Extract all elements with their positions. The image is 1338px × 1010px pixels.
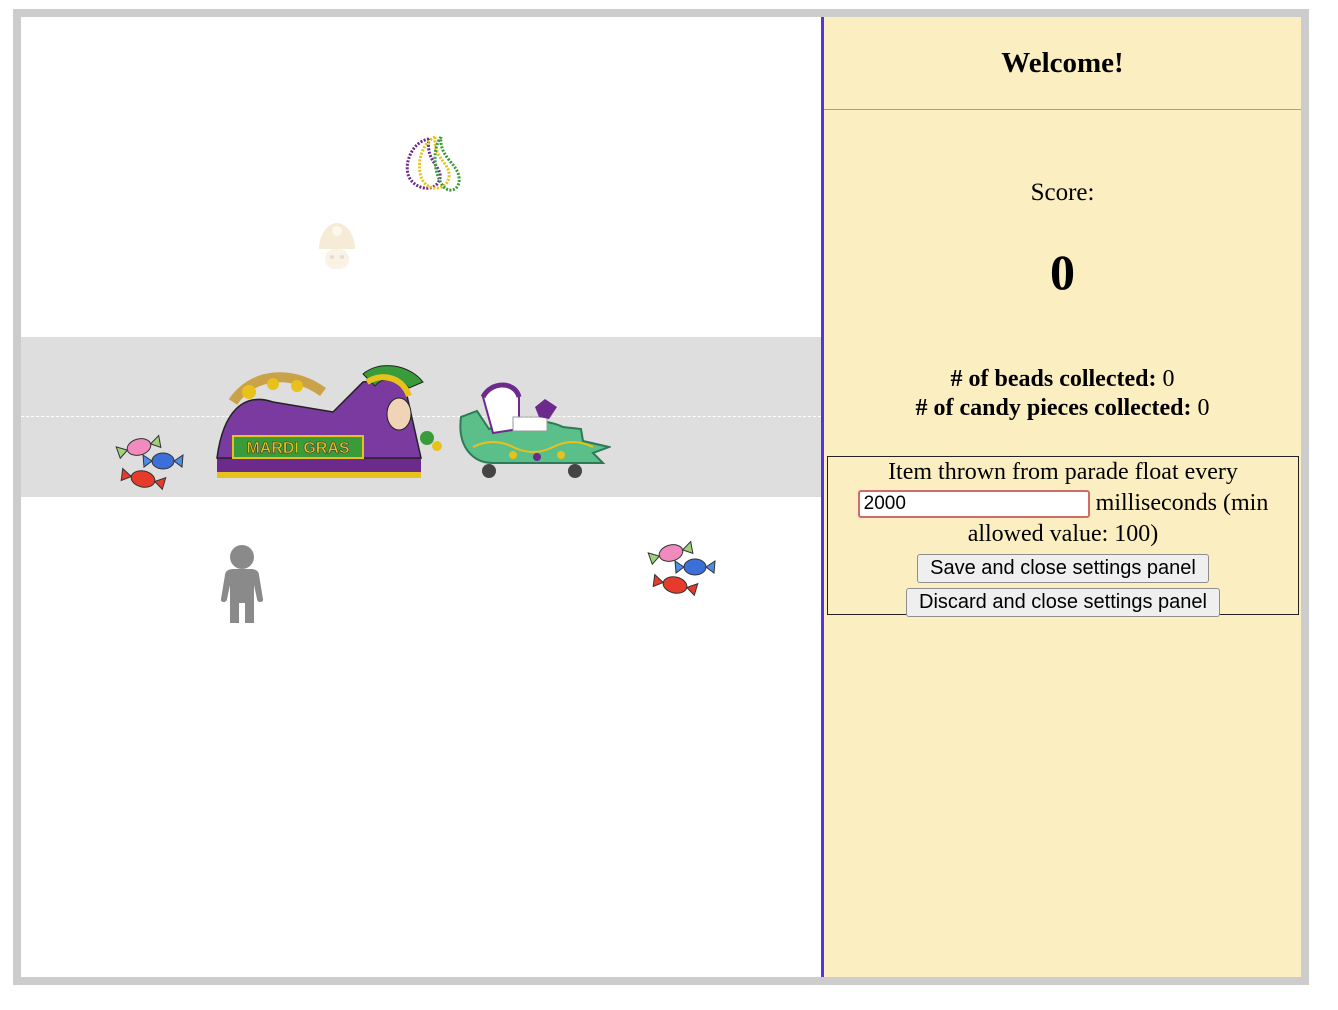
interval-input[interactable]	[857, 490, 1090, 519]
welcome-heading: Welcome!	[824, 17, 1301, 110]
settings-panel: Item thrown from parade float every mill…	[827, 456, 1299, 617]
score-value: 0	[1050, 244, 1075, 300]
candy-label: # of candy pieces collected:	[915, 395, 1192, 421]
candy-count: 0	[1197, 395, 1210, 421]
game-frame: MARDI GRAS Welcome! Score: 0 # of beads …	[13, 9, 1309, 985]
candy-stat: # of candy pieces collected: 0	[824, 394, 1301, 423]
float-icon: MARDI GRAS	[216, 365, 442, 478]
status-panel: Welcome! Score: 0 # of beads collected: …	[824, 17, 1301, 977]
save-settings-button[interactable]: Save and close settings panel	[917, 554, 1209, 583]
game-window[interactable]: MARDI GRAS	[21, 17, 824, 977]
interval-text-before: Item thrown from parade float every	[888, 459, 1238, 485]
mushroom-icon	[319, 223, 355, 269]
candy-icon	[647, 540, 716, 597]
beads-stat: # of beads collected: 0	[824, 365, 1301, 394]
bead-necklace-icon	[405, 135, 461, 192]
interval-setting: Item thrown from parade float every mill…	[828, 457, 1298, 550]
beads-label: # of beads collected:	[950, 366, 1157, 392]
beads-count: 0	[1162, 366, 1175, 392]
float-banner-text: MARDI GRAS	[246, 440, 349, 457]
collection-stats: # of beads collected: 0 # of candy piece…	[824, 365, 1301, 423]
player-icon	[220, 545, 264, 623]
score-label: Score:	[1030, 179, 1095, 206]
alligator-float-icon	[459, 382, 611, 478]
discard-settings-button[interactable]: Discard and close settings panel	[906, 588, 1220, 617]
candy-icon	[115, 434, 184, 491]
